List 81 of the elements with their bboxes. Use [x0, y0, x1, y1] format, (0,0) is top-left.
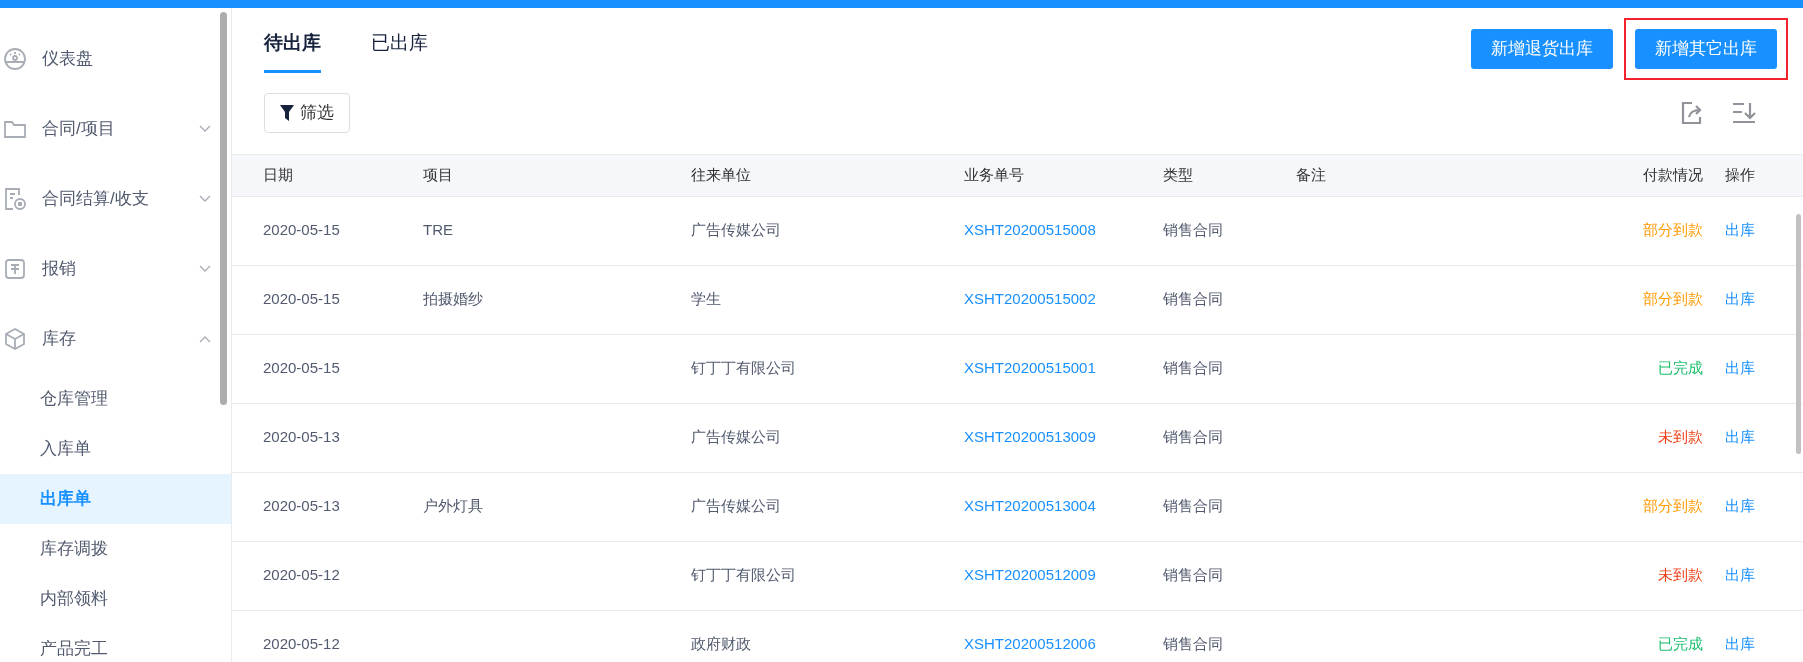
yen-icon: [2, 256, 28, 282]
table-cell: 销售合同: [1163, 359, 1223, 377]
table-cell: 学生: [691, 290, 721, 308]
table-cell: 销售合同: [1163, 566, 1223, 584]
column-header: 操作: [1724, 164, 1756, 185]
table-cell: TRE: [423, 221, 453, 239]
tab[interactable]: 已出库: [371, 29, 428, 73]
outbound-link[interactable]: 出库: [1725, 566, 1755, 584]
column-header: 往来单位: [691, 164, 752, 185]
table-cell: 2020-05-12: [263, 566, 340, 584]
table-cell: 拍摄婚纱: [423, 290, 483, 308]
payment-status: 已完成: [1658, 635, 1703, 653]
column-header: 业务单号: [964, 164, 1025, 185]
order-number-link[interactable]: XSHT20200512006: [964, 635, 1096, 653]
table-cell: 2020-05-15: [263, 290, 340, 308]
outbound-link[interactable]: 出库: [1725, 359, 1755, 377]
table-cell: 销售合同: [1163, 221, 1223, 239]
add-button[interactable]: 新增退货出库: [1471, 29, 1613, 69]
submenu-item[interactable]: 库存调拨: [0, 524, 231, 574]
sidebar-item[interactable]: 合同/项目: [0, 94, 231, 164]
table-cell: 销售合同: [1163, 497, 1223, 515]
payment-status: 部分到款: [1643, 221, 1703, 239]
outbound-link[interactable]: 出库: [1725, 221, 1755, 239]
tab[interactable]: 待出库: [264, 29, 321, 73]
payment-status: 已完成: [1658, 359, 1703, 377]
table-cell: 广告传媒公司: [691, 221, 781, 239]
table-cell: 2020-05-12: [263, 635, 340, 653]
table-cell: 2020-05-13: [263, 428, 340, 446]
outbound-link[interactable]: 出库: [1725, 497, 1755, 515]
column-header: 项目: [423, 164, 454, 185]
sidebar-item[interactable]: 库存: [0, 304, 231, 374]
document-icon: [2, 186, 28, 212]
order-number-link[interactable]: XSHT20200512009: [964, 566, 1096, 584]
filter-icon: [280, 104, 294, 121]
sidebar-label: 合同/项目: [42, 118, 116, 141]
column-header: 付款情况: [1642, 164, 1703, 185]
submenu-item[interactable]: 入库单: [0, 424, 231, 474]
add-button[interactable]: 新增其它出库: [1635, 29, 1777, 69]
table-cell: 广告传媒公司: [691, 428, 781, 446]
column-header: 类型: [1163, 164, 1194, 185]
table-cell: 2020-05-13: [263, 497, 340, 515]
table-cell: 广告传媒公司: [691, 497, 781, 515]
submenu-item[interactable]: 产品完工: [0, 624, 231, 662]
payment-status: 未到款: [1658, 566, 1703, 584]
outbound-link[interactable]: 出库: [1725, 635, 1755, 653]
order-number-link[interactable]: XSHT20200515001: [964, 359, 1096, 377]
sidebar-label: 库存: [42, 328, 77, 351]
column-header: 日期: [263, 164, 294, 185]
table-cell: 钉丁丁有限公司: [691, 359, 796, 377]
sidebar-label: 报销: [42, 258, 77, 281]
table-cell: 销售合同: [1163, 290, 1223, 308]
outbound-link[interactable]: 出库: [1725, 428, 1755, 446]
order-number-link[interactable]: XSHT20200513004: [964, 497, 1096, 515]
column-header: 备注: [1296, 164, 1327, 185]
table-cell: 户外灯具: [423, 497, 483, 515]
order-number-link[interactable]: XSHT20200513009: [964, 428, 1096, 446]
table-cell: 2020-05-15: [263, 359, 340, 377]
submenu-item[interactable]: 出库单: [0, 474, 231, 524]
table-cell: 2020-05-15: [263, 221, 340, 239]
cube-icon: [2, 326, 28, 352]
sidebar-item[interactable]: 仪表盘: [0, 24, 231, 94]
filter-button[interactable]: 筛选: [264, 92, 350, 133]
table-cell: 政府财政: [691, 635, 751, 653]
sidebar-label: 合同结算/收支: [42, 188, 150, 211]
order-number-link[interactable]: XSHT20200515002: [964, 290, 1096, 308]
table-cell: 销售合同: [1163, 635, 1223, 653]
payment-status: 部分到款: [1643, 497, 1703, 515]
submenu-item[interactable]: 内部领料: [0, 574, 231, 624]
sidebar-item[interactable]: 合同结算/收支: [0, 164, 231, 234]
gauge-icon: [2, 46, 28, 72]
sidebar-label: 仪表盘: [42, 48, 94, 71]
payment-status: 部分到款: [1643, 290, 1703, 308]
outbound-link[interactable]: 出库: [1725, 290, 1755, 308]
scrollbar[interactable]: [1796, 213, 1801, 454]
table-cell: 销售合同: [1163, 428, 1223, 446]
sidebar-scrollbar[interactable]: [220, 12, 227, 405]
order-number-link[interactable]: XSHT20200515008: [964, 221, 1096, 239]
submenu-item[interactable]: 仓库管理: [0, 374, 231, 424]
sidebar-item[interactable]: 报销: [0, 234, 231, 304]
payment-status: 未到款: [1658, 428, 1703, 446]
table-cell: 钉丁丁有限公司: [691, 566, 796, 584]
